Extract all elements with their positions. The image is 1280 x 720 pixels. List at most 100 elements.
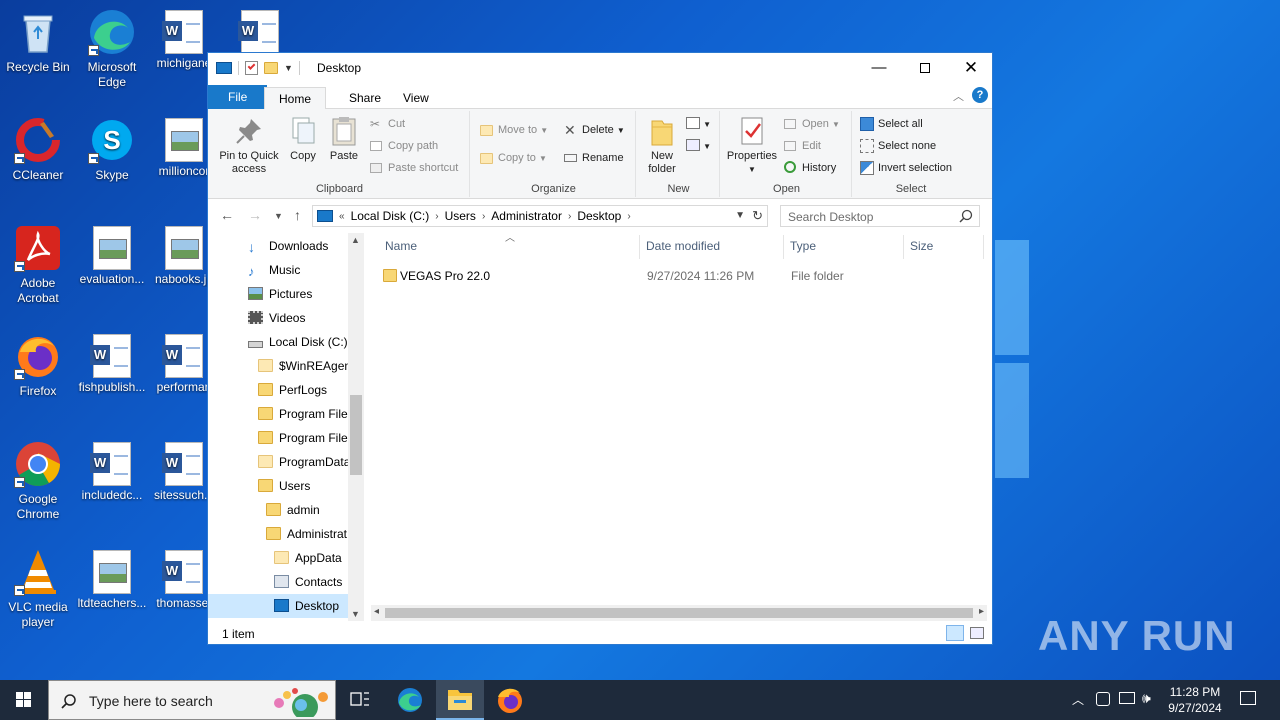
customize-quick-access-icon[interactable]: ▼ [284, 63, 293, 73]
column-header-date-modified[interactable]: Date modified [646, 239, 720, 253]
breadcrumb-desktop[interactable]: Desktop [577, 209, 621, 223]
desktop-icon-ltdteachers[interactable]: ltdteachers... [74, 548, 150, 611]
properties-quick-icon[interactable] [245, 61, 258, 75]
new-folder-button[interactable]: New folder [642, 115, 682, 176]
desktop-icon-google-chrome[interactable]: Google Chrome [0, 440, 76, 522]
file-list-hscrollbar[interactable]: ◂ ▸ [371, 605, 987, 621]
nav-item-admin[interactable]: admin [266, 498, 320, 522]
select-all-button[interactable]: Select all [860, 115, 923, 133]
taskbar-search-box[interactable]: Type here to search [48, 680, 336, 720]
nav-item-music[interactable]: ♪ Music [248, 258, 300, 282]
nav-item-appdata[interactable]: AppData [274, 546, 342, 570]
desktop-icon-recycle-bin[interactable]: Recycle Bin [0, 8, 76, 75]
copy-path-button[interactable]: Copy path [370, 137, 438, 155]
file-row[interactable]: VEGAS Pro 22.0 9/27/2024 11:26 PM File f… [379, 265, 979, 287]
collapse-ribbon-icon[interactable]: ︿ [953, 88, 964, 104]
back-button[interactable]: ← [220, 207, 234, 223]
desktop-icon-ccleaner[interactable]: CCleaner [0, 116, 76, 183]
copy-button[interactable]: Copy [286, 115, 320, 163]
paste-shortcut-button[interactable]: Paste shortcut [370, 159, 458, 177]
column-header-name[interactable]: Name [385, 239, 417, 253]
copy-to-button[interactable]: Copy to ▼ [480, 149, 547, 167]
desktop-icon-skype[interactable]: S Skype [74, 116, 150, 183]
nav-item-videos[interactable]: Videos [248, 306, 305, 330]
nav-item-perflogs[interactable]: PerfLogs [258, 378, 327, 402]
nav-item-desktop[interactable]: Desktop [208, 594, 348, 618]
breadcrumb-local-disk[interactable]: Local Disk (C:) [351, 209, 430, 223]
invert-selection-button[interactable]: Invert selection [860, 159, 952, 177]
maximize-button[interactable] [902, 53, 948, 83]
column-header-size[interactable]: Size [910, 239, 933, 253]
breadcrumb-users[interactable]: Users [445, 209, 476, 223]
scroll-thumb[interactable] [385, 608, 973, 618]
navigation-pane-scrollbar[interactable]: ▲ ▼ [348, 233, 364, 621]
taskbar-clock[interactable]: 11:28 PM 9/27/2024 [1160, 684, 1230, 716]
scroll-left-icon[interactable]: ◂ [374, 606, 379, 617]
scroll-right-icon[interactable]: ▸ [979, 606, 984, 617]
nav-item-program-files-x86[interactable]: Program Files [258, 426, 354, 450]
chevron-right-icon[interactable]: › [482, 211, 485, 222]
nav-item-winreagent[interactable]: $WinREAgent [258, 354, 354, 378]
history-button[interactable]: History [784, 159, 836, 177]
scroll-thumb[interactable] [350, 395, 362, 475]
open-button[interactable]: Open ▼ [784, 115, 840, 133]
nav-item-contacts[interactable]: Contacts [274, 570, 342, 594]
edit-button[interactable]: Edit [784, 137, 821, 155]
close-button[interactable]: ✕ [948, 53, 994, 83]
column-header-type[interactable]: Type [790, 239, 816, 253]
nav-item-administrator[interactable]: Administrat [266, 522, 347, 546]
select-none-button[interactable]: Select none [860, 137, 936, 155]
desktop-icon-evaluation[interactable]: evaluation... [74, 224, 150, 287]
scroll-up-icon[interactable]: ▲ [351, 235, 360, 245]
address-bar[interactable]: « Local Disk (C:) › Users › Administrato… [312, 205, 768, 227]
chevron-right-icon[interactable]: › [435, 211, 438, 222]
recent-locations-button[interactable]: ▼ [274, 211, 283, 221]
pin-to-quick-access-button[interactable]: Pin to Quick access [214, 115, 284, 176]
new-item-button[interactable]: ▼ [686, 115, 711, 133]
move-to-button[interactable]: Move to ▼ [480, 121, 548, 139]
forward-button[interactable]: → [248, 207, 262, 223]
desktop-icon-vlc[interactable]: VLC media player [0, 548, 76, 630]
easy-access-button[interactable]: ▼ [686, 137, 711, 155]
paste-button[interactable]: Paste [326, 115, 362, 163]
desktop-icon-word-doc[interactable]: W [222, 8, 298, 56]
tab-home[interactable]: Home [264, 87, 327, 110]
desktop-icon-firefox[interactable]: Firefox [0, 332, 76, 399]
details-view-icon[interactable] [946, 625, 964, 641]
display-icon[interactable] [1119, 692, 1135, 704]
desktop-icon-adobe-acrobat[interactable]: Adobe Acrobat [0, 224, 76, 306]
volume-icon[interactable]: 🕪 [1142, 690, 1151, 720]
window-icon[interactable] [216, 62, 232, 74]
chevron-right-icon[interactable]: › [568, 211, 571, 222]
new-folder-quick-icon[interactable] [264, 62, 278, 74]
task-view-button[interactable] [336, 680, 384, 720]
taskbar-edge-button[interactable] [386, 680, 434, 720]
properties-button[interactable]: Properties ▼ [724, 115, 780, 176]
help-icon[interactable]: ? [972, 87, 988, 103]
search-box[interactable]: Search Desktop [780, 205, 980, 227]
cut-button[interactable]: ✂ Cut [370, 115, 405, 133]
tab-share[interactable]: Share [335, 87, 395, 109]
title-bar[interactable]: ▼ Desktop — ✕ [208, 53, 992, 83]
network-connection-icon[interactable] [1096, 692, 1110, 706]
tab-file[interactable]: File [208, 85, 268, 109]
nav-item-pictures[interactable]: Pictures [248, 282, 312, 306]
address-dropdown-icon[interactable]: ▼ [735, 210, 745, 221]
large-icons-view-icon[interactable] [970, 627, 984, 639]
nav-item-programdata[interactable]: ProgramData [258, 450, 350, 474]
up-button[interactable]: ↑ [294, 207, 301, 223]
nav-item-program-files[interactable]: Program Files [258, 402, 354, 426]
show-hidden-icons-button[interactable]: ︿ [1072, 691, 1084, 720]
start-button[interactable] [0, 680, 48, 720]
desktop-icon-includedc[interactable]: W includedc... [74, 440, 150, 503]
taskbar-file-explorer-button[interactable] [436, 680, 484, 720]
delete-button[interactable]: ✕ Delete ▼ [564, 121, 625, 139]
desktop-icon-microsoft-edge[interactable]: Microsoft Edge [74, 8, 150, 90]
nav-item-downloads[interactable]: ↓ Downloads [248, 234, 328, 258]
rename-button[interactable]: Rename [564, 149, 624, 167]
minimize-button[interactable]: — [856, 53, 902, 83]
taskbar-firefox-button[interactable] [486, 680, 534, 720]
nav-item-local-disk[interactable]: Local Disk (C:) [248, 330, 348, 354]
nav-item-users[interactable]: Users [258, 474, 310, 498]
chevron-right-icon[interactable]: › [627, 211, 630, 222]
